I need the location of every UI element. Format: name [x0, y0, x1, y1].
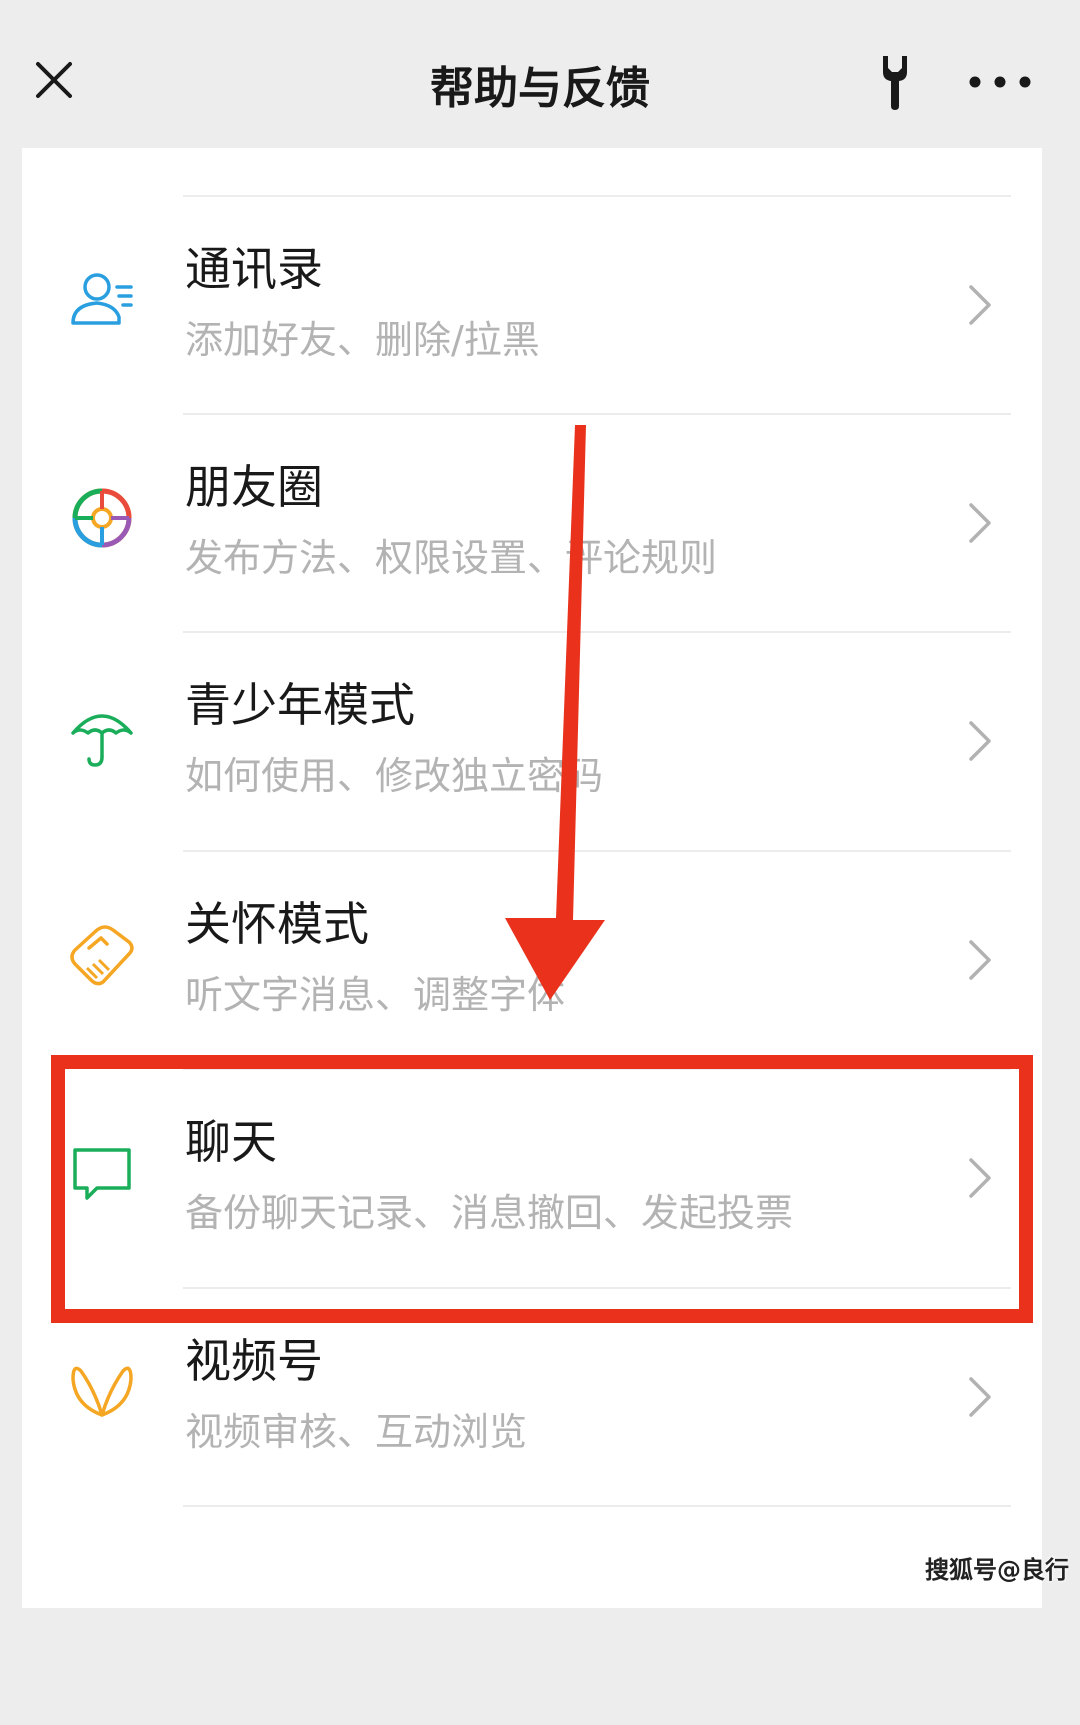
topic-subtitle: 如何使用、修改独立密码 — [185, 754, 604, 798]
topic-subtitle: 添加好友、删除/拉黑 — [185, 318, 540, 362]
topic-chat[interactable]: 聊天 备份聊天记录、消息撤回、发起投票 — [22, 1070, 1042, 1288]
moments-icon — [67, 483, 137, 553]
care-icon — [67, 920, 137, 990]
chevron-right-icon — [967, 283, 993, 327]
wrench-icon[interactable] — [865, 50, 925, 114]
chevron-right-icon — [967, 501, 993, 545]
topic-next-partial[interactable] — [22, 1507, 1042, 1725]
chevron-right-icon — [967, 938, 993, 982]
topic-title: 青少年模式 — [185, 678, 415, 732]
topic-subtitle: 视频审核、互动浏览 — [185, 1410, 528, 1454]
topic-title: 视频号 — [185, 1334, 323, 1388]
topic-care-mode[interactable]: 关怀模式 听文字消息、调整字体 — [22, 852, 1042, 1070]
chat-icon — [67, 1138, 137, 1208]
topic-teen-mode[interactable]: 青少年模式 如何使用、修改独立密码 — [22, 633, 1042, 851]
watermark: 搜狐号@良行 — [925, 1556, 1069, 1584]
topic-subtitle: 听文字消息、调整字体 — [185, 973, 566, 1017]
topic-subtitle: 备份聊天记录、消息撤回、发起投票 — [185, 1191, 794, 1235]
topic-title: 聊天 — [185, 1115, 277, 1169]
topic-contacts[interactable]: 通讯录 添加好友、删除/拉黑 — [22, 197, 1042, 415]
topic-moments[interactable]: 朋友圈 发布方法、权限设置、评论规则 — [22, 415, 1042, 633]
topic-channels[interactable]: 视频号 视频审核、互动浏览 — [22, 1289, 1042, 1507]
topic-title: 通讯录 — [185, 242, 323, 296]
chevron-right-icon — [967, 719, 993, 763]
nav-bar: 帮助与反馈 — [0, 0, 1080, 148]
contacts-icon — [67, 265, 137, 335]
topic-subtitle: 发布方法、权限设置、评论规则 — [185, 536, 718, 580]
channels-icon — [67, 1357, 137, 1427]
umbrella-icon — [67, 701, 137, 771]
topic-title: 关怀模式 — [185, 897, 369, 951]
topic-title: 朋友圈 — [185, 460, 323, 514]
chevron-right-icon — [967, 1375, 993, 1419]
more-icon[interactable] — [965, 56, 1035, 106]
chevron-right-icon — [967, 1156, 993, 1200]
